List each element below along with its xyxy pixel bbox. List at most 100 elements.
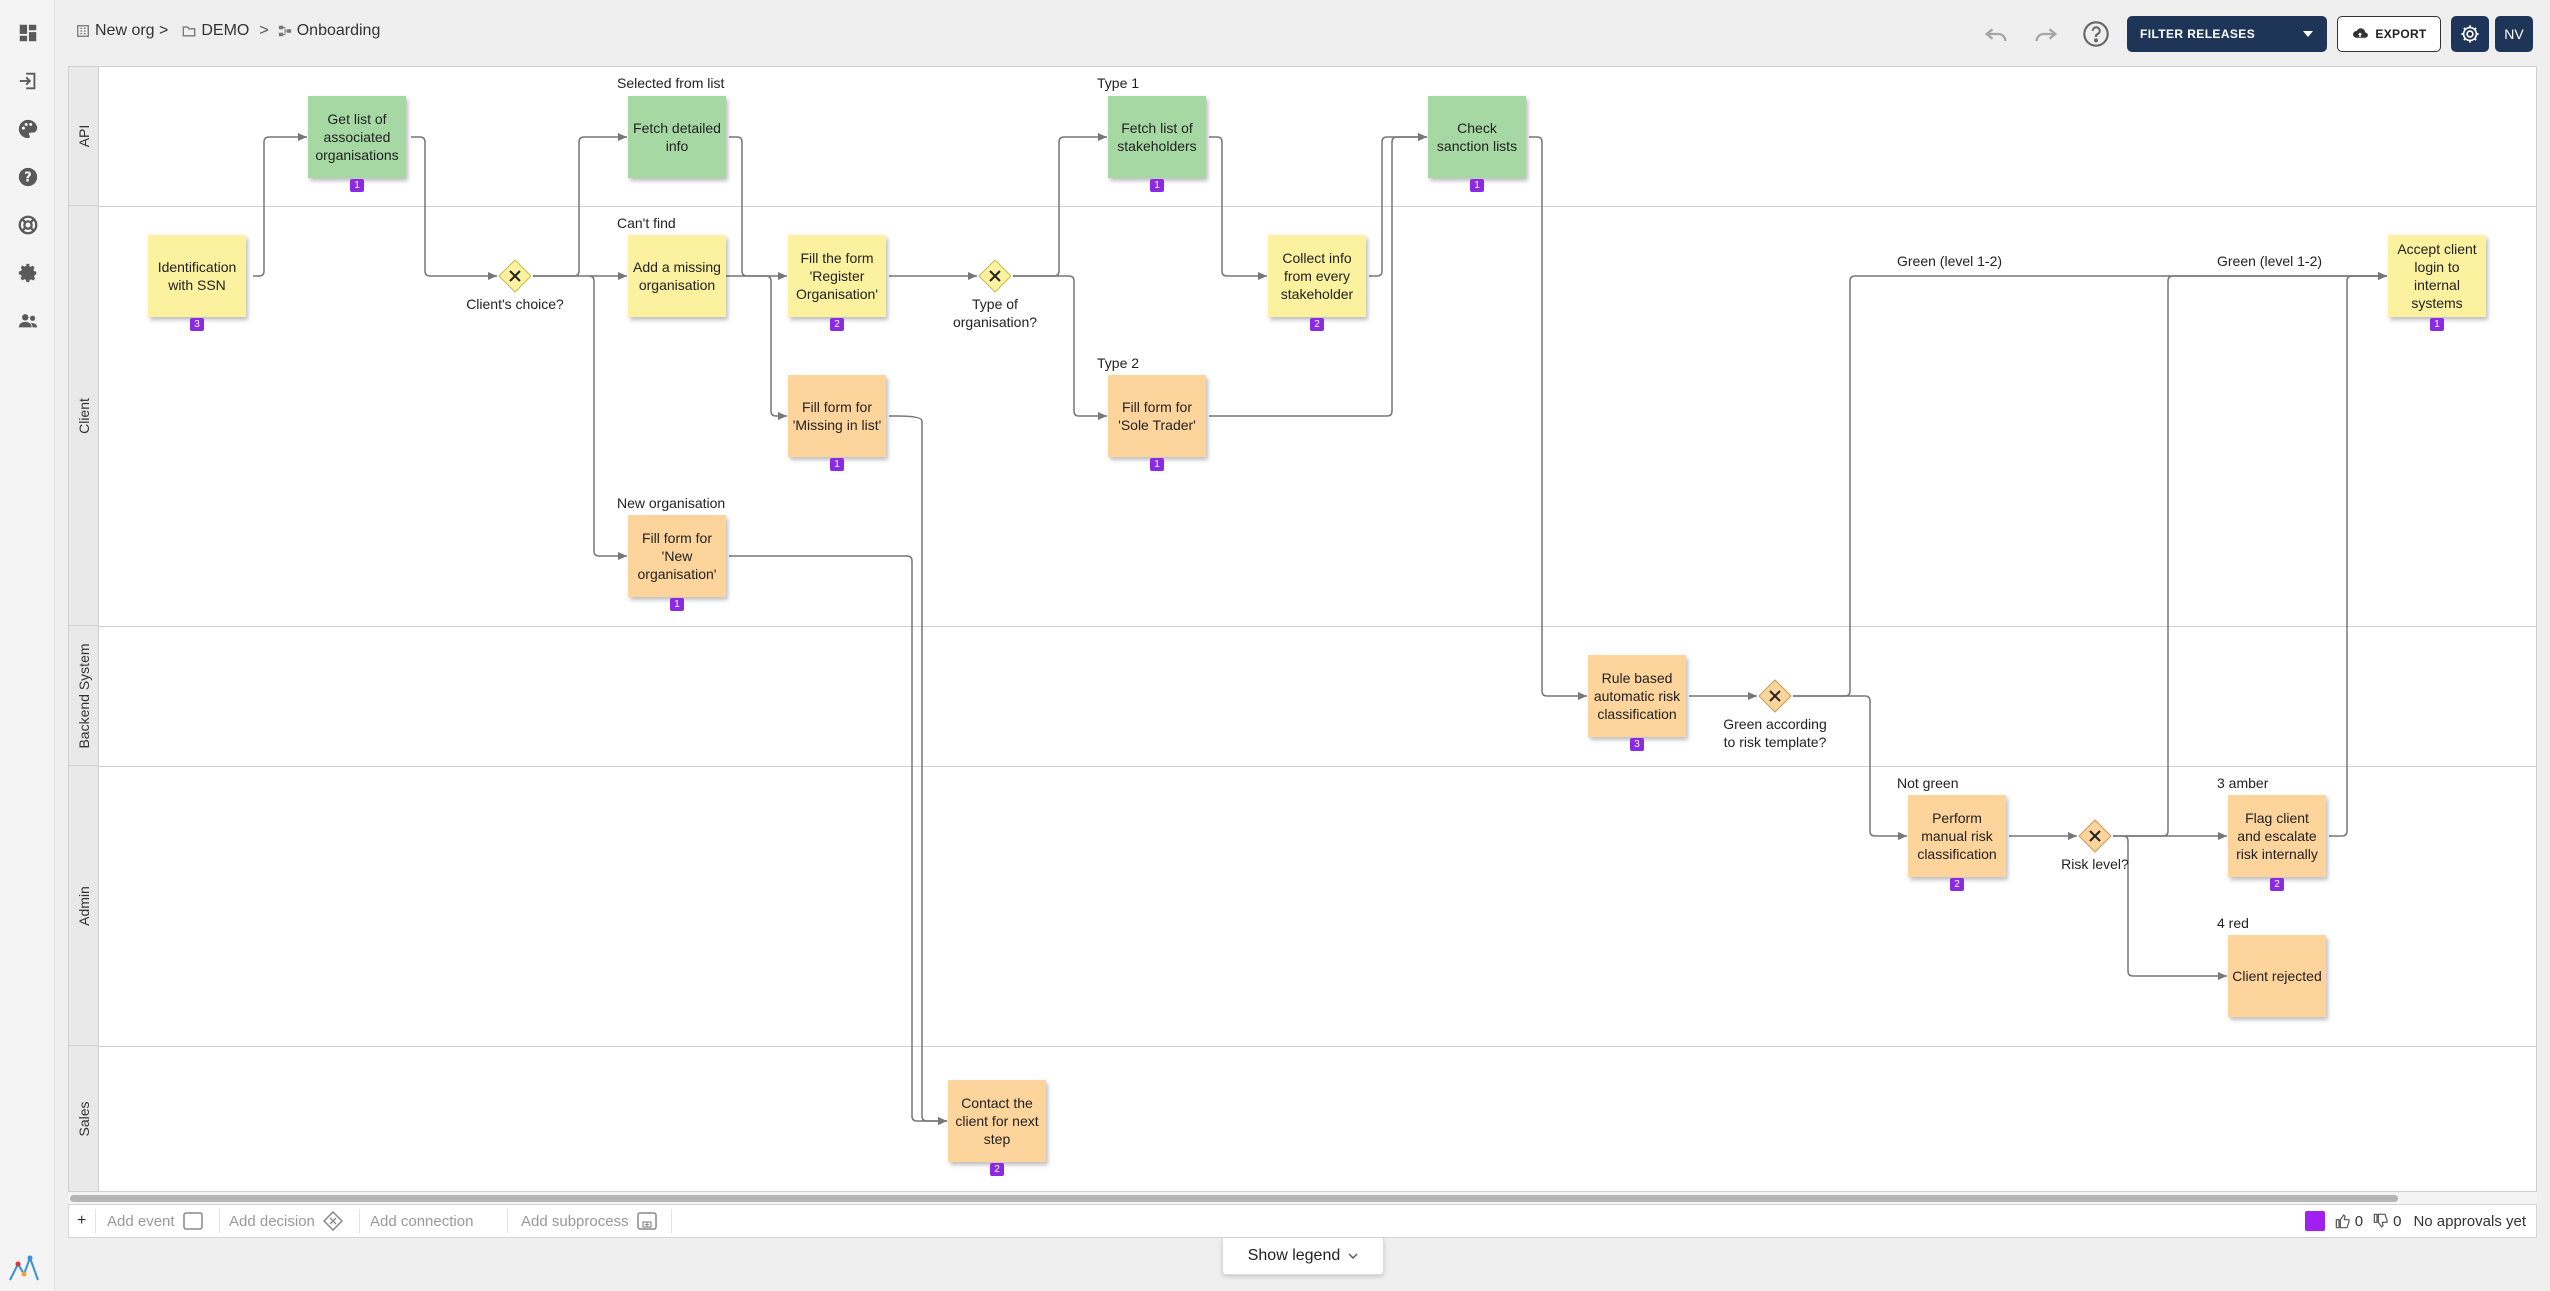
node-label: Fill the form 'Register Organisation' (795, 250, 879, 302)
node-add-missing-organisation[interactable]: Add a missing organisation (628, 235, 726, 317)
divider (671, 1209, 672, 1233)
breadcrumb-process[interactable]: Onboarding (278, 22, 380, 40)
edge-choice-to-neworg[interactable] (588, 275, 627, 560)
gateway-clients-choice[interactable] (498, 259, 532, 293)
add-decision-button[interactable]: Add decision (229, 1205, 343, 1237)
settings-button[interactable] (2451, 16, 2489, 52)
help-circle-icon[interactable] (2080, 18, 2112, 50)
add-subprocess-button[interactable]: Add subprocess (521, 1205, 657, 1237)
node-accept-client[interactable]: Accept client login to internal systems 1 (2388, 235, 2486, 331)
user-avatar[interactable]: NV (2495, 16, 2533, 52)
export-button[interactable]: EXPORT (2337, 16, 2441, 52)
comment-count-badge[interactable]: 3 (190, 318, 204, 331)
breadcrumb-folder[interactable]: DEMO (182, 22, 249, 40)
filter-releases-dropdown[interactable]: FILTER RELEASES (2127, 16, 2327, 52)
node-label: Fill form for 'Missing in list' (792, 399, 882, 433)
comment-count-badge[interactable]: 2 (990, 1163, 1004, 1176)
dashboard-icon[interactable] (17, 22, 39, 44)
node-flag-client[interactable]: Flag client and escalate risk internally… (2228, 795, 2326, 891)
comment-count-badge[interactable]: 1 (2430, 318, 2444, 331)
node-label: Get list of associated organisations (315, 111, 399, 163)
avatar-initials: NV (2504, 26, 2524, 42)
node-fill-form-missing-in-list[interactable]: Fill form for 'Missing in list' 1 (788, 375, 886, 471)
node-client-rejected[interactable]: Client rejected (2228, 935, 2326, 1017)
node-collect-stakeholder-info[interactable]: Collect info from every stakeholder 2 (1268, 235, 1366, 331)
comment-count-badge[interactable]: 1 (830, 458, 844, 471)
edge-typegw-to-stakeholders[interactable] (1013, 133, 1107, 277)
thumbs-up-icon[interactable] (2335, 1213, 2351, 1229)
node-get-list-organisations[interactable]: Get list of associated organisations 1 (308, 96, 406, 192)
node-label: Check sanction lists (1436, 120, 1518, 154)
palette-icon[interactable] (17, 118, 39, 140)
comment-count-badge[interactable]: 2 (1310, 318, 1324, 331)
add-event-button[interactable]: Add event (107, 1205, 203, 1237)
breadcrumb-folder-label: DEMO (201, 22, 250, 39)
filter-releases-label: FILTER RELEASES (2140, 27, 2256, 41)
settings-icon[interactable] (17, 262, 39, 284)
show-legend-button[interactable]: Show legend (1222, 1238, 1384, 1275)
comment-count-badge[interactable]: 1 (350, 179, 364, 192)
approvals-text: No approvals yet (2413, 1212, 2526, 1230)
comment-count-badge[interactable]: 2 (2270, 878, 2284, 891)
add-connection-button[interactable]: Add connection (370, 1205, 473, 1237)
edge-fetchinfo-to-register[interactable] (729, 136, 787, 280)
gear-icon (2461, 25, 2479, 43)
node-fill-form-sole-trader[interactable]: Fill form for 'Sole Trader' 1 (1108, 375, 1206, 471)
edge-greengw-to-accept[interactable] (1793, 272, 2387, 697)
login-icon[interactable] (17, 70, 39, 92)
comment-count-badge[interactable]: 1 (1150, 458, 1164, 471)
approval-color-swatch[interactable] (2304, 1211, 2325, 1231)
app-logo (6, 1250, 42, 1286)
add-element-button[interactable]: + (77, 1205, 86, 1237)
comment-count-badge[interactable]: 3 (1630, 738, 1644, 751)
comment-count-badge[interactable]: 2 (1950, 878, 1964, 891)
breadcrumb-org[interactable]: New org > (76, 22, 168, 40)
edge-stakeholders-to-collect[interactable] (1209, 136, 1267, 280)
comment-count-badge[interactable]: 1 (1470, 179, 1484, 192)
comment-count-badge[interactable]: 2 (830, 318, 844, 331)
node-label: Fetch detailed info (633, 120, 721, 154)
left-sidebar: ? (0, 0, 55, 1290)
edge-neworg-to-contact[interactable] (729, 555, 947, 1125)
thumbs-down-icon[interactable] (2373, 1213, 2389, 1229)
edge-getlist-to-choice[interactable] (411, 136, 497, 280)
node-fetch-stakeholders[interactable]: Fetch list of stakeholders 1 (1108, 96, 1206, 192)
node-manual-risk[interactable]: Perform manual risk classification 2 (1908, 795, 2006, 891)
edge-ssn-to-getlist[interactable] (253, 133, 307, 277)
process-canvas[interactable]: API Client Backend System Admin Sales Se… (68, 66, 2537, 1192)
edge-riskgw-to-accept[interactable] (2113, 272, 2387, 837)
node-check-sanction-lists[interactable]: Check sanction lists 1 (1428, 96, 1526, 192)
edge-choice-to-fetchinfo[interactable] (533, 133, 627, 277)
node-label: Perform manual risk classification (1917, 810, 1997, 862)
comment-count-badge[interactable]: 1 (1150, 179, 1164, 192)
node-label: Collect info from every stakeholder (1280, 250, 1354, 302)
comment-count-badge[interactable]: 1 (670, 598, 684, 611)
edge-addmissing-to-missingform[interactable] (721, 275, 787, 420)
cloud-upload-icon (2353, 28, 2369, 38)
gateway-green-risk-template[interactable] (1758, 679, 1792, 713)
support-icon[interactable] (17, 214, 39, 236)
edge-label-type2: Type 2 (1097, 355, 1140, 371)
redo-icon[interactable] (2030, 18, 2062, 50)
users-icon[interactable] (17, 310, 39, 332)
scrollbar-thumb[interactable] (70, 1195, 2398, 1202)
gateway-type-of-organisation[interactable] (978, 259, 1012, 293)
node-rule-based-risk[interactable]: Rule based automatic risk classification… (1588, 655, 1686, 751)
edge-sanction-to-rulebased[interactable] (1529, 136, 1587, 700)
node-fill-register-organisation[interactable]: Fill the form 'Register Organisation' 2 (788, 235, 886, 331)
edge-label-selected: Selected from list (617, 75, 725, 91)
node-fill-form-new-organisation[interactable]: Fill form for 'New organisation' 1 (628, 515, 726, 611)
undo-icon[interactable] (1980, 18, 2012, 50)
chevron-down-icon (1348, 1253, 1358, 1259)
org-icon (77, 25, 89, 37)
help-icon[interactable]: ? (17, 166, 39, 188)
node-fetch-detailed-info[interactable]: Fetch detailed info (628, 96, 726, 178)
gateway-clients-choice-label: Client's choice? (466, 296, 564, 312)
edge-flag-to-accept[interactable] (2329, 272, 2387, 837)
node-contact-client[interactable]: Contact the client for next step 2 (948, 1080, 1046, 1176)
node-label: Identification with SSN (157, 259, 237, 293)
edge-collect-to-sanction[interactable] (1369, 133, 1427, 277)
edge-missingform-to-contact[interactable] (889, 415, 947, 1125)
gateway-risk-level[interactable] (2078, 819, 2112, 853)
node-identification-ssn[interactable]: Identification with SSN 3 (148, 235, 246, 331)
